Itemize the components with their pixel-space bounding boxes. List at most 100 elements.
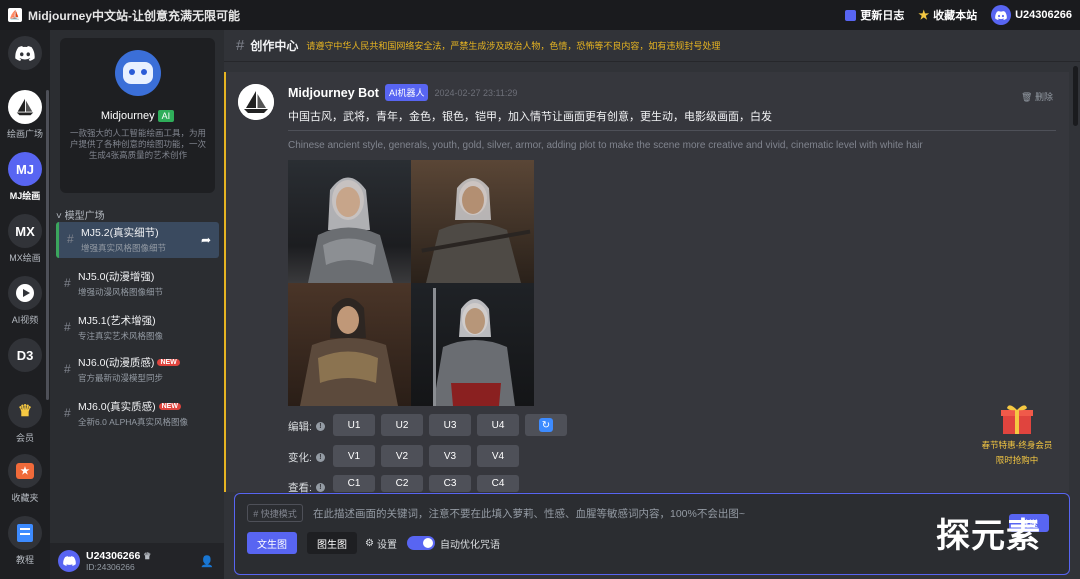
- model-sub: 专注真实艺术风格图像: [78, 331, 164, 341]
- user-profile-icon[interactable]: 👤: [200, 555, 214, 568]
- image-grid[interactable]: [288, 160, 534, 406]
- message: Midjourney Bot AI机器人 2024-02-27 23:11:29…: [224, 72, 1069, 494]
- quick-mode-button[interactable]: # 快捷模式: [247, 504, 303, 522]
- discord-avatar-icon[interactable]: [58, 550, 80, 572]
- generated-image-2[interactable]: [411, 160, 534, 283]
- message-author[interactable]: Midjourney Bot: [288, 86, 379, 100]
- v1-button[interactable]: V1: [333, 445, 375, 467]
- play-icon: [8, 276, 42, 310]
- user-name: U24306266: [1015, 9, 1072, 21]
- model-name: MJ5.2(真实细节): [81, 227, 159, 239]
- variation-row-label: 变化:!: [288, 450, 325, 465]
- settings-button[interactable]: ⚙ 设置: [365, 536, 397, 551]
- delete-button[interactable]: 🗑 删除: [1021, 90, 1053, 103]
- c2-button[interactable]: C2: [381, 475, 423, 492]
- hash-icon: #: [236, 37, 245, 54]
- channel-name: 创作中心: [250, 39, 299, 53]
- rail-label-mx: MX绘画: [9, 253, 41, 263]
- generated-image-3[interactable]: [288, 283, 411, 406]
- bot-description: 一款强大的人工智能绘画工具，为用户提供了各种创意的绘图功能，一次生成4张高质量的…: [69, 128, 206, 160]
- model-name: MJ6.0(真实质感): [78, 401, 156, 413]
- rail-discord[interactable]: [0, 36, 50, 70]
- channel-warning: 请遵守中华人民共和国网络安全法，严禁生成涉及政治人物，色情，恐怖等不良内容，如有…: [306, 41, 721, 51]
- crown-icon: ♛: [8, 394, 42, 428]
- message-scrollbar[interactable]: [1073, 66, 1078, 126]
- u4-button[interactable]: U4: [477, 414, 519, 436]
- main-content: # 创作中心 请遵守中华人民共和国网络安全法，严禁生成涉及政治人物，色情，恐怖等…: [224, 30, 1080, 579]
- edit-icon: [845, 9, 857, 21]
- prompt-english: Chinese ancient style, generals, youth, …: [288, 140, 923, 151]
- prompt-input[interactable]: 在此描述画面的关键词，注意不要在此填入萝莉、性感、血腥等敏感词内容，100%不会…: [313, 506, 745, 521]
- bookmark-link[interactable]: ★ 收藏本站: [918, 7, 977, 23]
- generated-image-4[interactable]: [411, 283, 534, 406]
- rail-mj[interactable]: MJ MJ绘画: [0, 152, 50, 202]
- watermark: 探元素: [936, 516, 1041, 556]
- rail-favorites[interactable]: ★ 收藏夹: [0, 454, 50, 504]
- message-timestamp: 2024-02-27 23:11:29: [434, 87, 518, 98]
- ai-tag: AI: [157, 110, 175, 122]
- u2-button[interactable]: U2: [381, 414, 423, 436]
- share-icon[interactable]: ➦: [201, 233, 211, 247]
- discord-icon: [8, 36, 42, 70]
- promo-text: 春节特惠-终身会员: [981, 440, 1053, 450]
- model-item-nj60[interactable]: # NJ6.0(动漫质感) NEW 官方最新动漫模型同步: [56, 352, 219, 388]
- divider: [288, 130, 1056, 131]
- rail-video[interactable]: AI视频: [0, 276, 50, 326]
- hash-icon: #: [64, 362, 71, 376]
- rail-label-vip: 会员: [15, 433, 34, 443]
- robot-avatar-icon: [115, 50, 161, 96]
- sailboat-icon: [8, 90, 42, 124]
- rail-vip[interactable]: ♛ 会员: [0, 394, 50, 444]
- gear-icon: ⚙: [365, 538, 374, 549]
- u1-button[interactable]: U1: [333, 414, 375, 436]
- rail-mx[interactable]: MX MX绘画: [0, 214, 50, 264]
- info-icon[interactable]: !: [315, 483, 325, 492]
- rail-label-gallery: 绘画广场: [6, 129, 43, 139]
- c3-button[interactable]: C3: [429, 475, 471, 492]
- bookmark-label: 收藏本站: [933, 10, 978, 22]
- text-to-image-button[interactable]: 文生图: [247, 532, 297, 554]
- c1-button[interactable]: C1: [333, 475, 375, 492]
- model-item-nj50[interactable]: # NJ5.0(动漫增强) 增强动漫风格图像细节: [56, 266, 219, 302]
- u3-button[interactable]: U3: [429, 414, 471, 436]
- d3-icon: D3: [8, 338, 42, 372]
- v2-button[interactable]: V2: [381, 445, 423, 467]
- v4-button[interactable]: V4: [477, 445, 519, 467]
- image-to-image-button[interactable]: 图生图: [307, 532, 357, 554]
- model-item-mj52[interactable]: # MJ5.2(真实细节) 增强真实风格图像细节 ➦: [56, 222, 219, 258]
- promo-banner[interactable]: 春节特惠-终身会员 限时抢购中: [972, 400, 1062, 466]
- reroll-button[interactable]: ↻: [525, 414, 567, 436]
- model-sub: 增强动漫风格图像细节: [78, 287, 164, 297]
- user-bar: U24306266 ♛ ID:24306266 👤: [50, 543, 224, 579]
- user-menu[interactable]: U24306266: [991, 5, 1072, 25]
- title-bar: ⛵ Midjourney中文站-让创意充满无限可能 更新日志 ★ 收藏本站 U2…: [0, 0, 1080, 30]
- info-icon[interactable]: !: [315, 422, 325, 431]
- model-name: MJ5.1(艺术增强): [78, 315, 156, 327]
- c4-button[interactable]: C4: [477, 475, 519, 492]
- info-icon[interactable]: !: [315, 453, 325, 462]
- auto-optimize-label: 自动优化咒语: [440, 540, 500, 551]
- generated-image-1[interactable]: [288, 160, 411, 283]
- model-name: NJ6.0(动漫质感): [78, 357, 155, 369]
- model-name: NJ5.0(动漫增强): [78, 271, 155, 283]
- model-sub: 全新6.0 ALPHA真实风格图像: [78, 417, 189, 427]
- changelog-link[interactable]: 更新日志: [845, 7, 904, 23]
- hash-icon: #: [64, 406, 71, 420]
- new-badge: NEW: [157, 359, 180, 366]
- section-model-square[interactable]: ˅ 模型广场: [56, 207, 105, 222]
- rail-tutorial[interactable]: 教程: [0, 516, 50, 566]
- refresh-icon: ↻: [539, 418, 553, 432]
- channel-header: # 创作中心 请遵守中华人民共和国网络安全法，严禁生成涉及政治人物，色情，恐怖等…: [224, 30, 1080, 62]
- rail-label-tutorial: 教程: [15, 555, 34, 565]
- model-item-mj51[interactable]: # MJ5.1(艺术增强) 专注真实艺术风格图像: [56, 310, 219, 346]
- bot-title: Midjourney AI: [60, 110, 215, 122]
- model-item-mj60[interactable]: # MJ6.0(真实质感) NEW 全新6.0 ALPHA真实风格图像: [56, 396, 219, 432]
- hash-icon: #: [67, 232, 74, 246]
- prompt-chinese: 中国古风，武将，青年，金色，银色，铠甲，加入情节让画面更有创意，更生动，电影级画…: [288, 111, 772, 123]
- auto-optimize-toggle[interactable]: [407, 536, 435, 550]
- rail-gallery[interactable]: 绘画广场: [0, 90, 50, 140]
- v3-button[interactable]: V3: [429, 445, 471, 467]
- model-panel: Midjourney AI 一款强大的人工智能绘画工具，为用户提供了各种创意的绘图…: [50, 30, 224, 579]
- bot-name: Midjourney: [100, 110, 155, 122]
- rail-d3[interactable]: D3: [0, 338, 50, 372]
